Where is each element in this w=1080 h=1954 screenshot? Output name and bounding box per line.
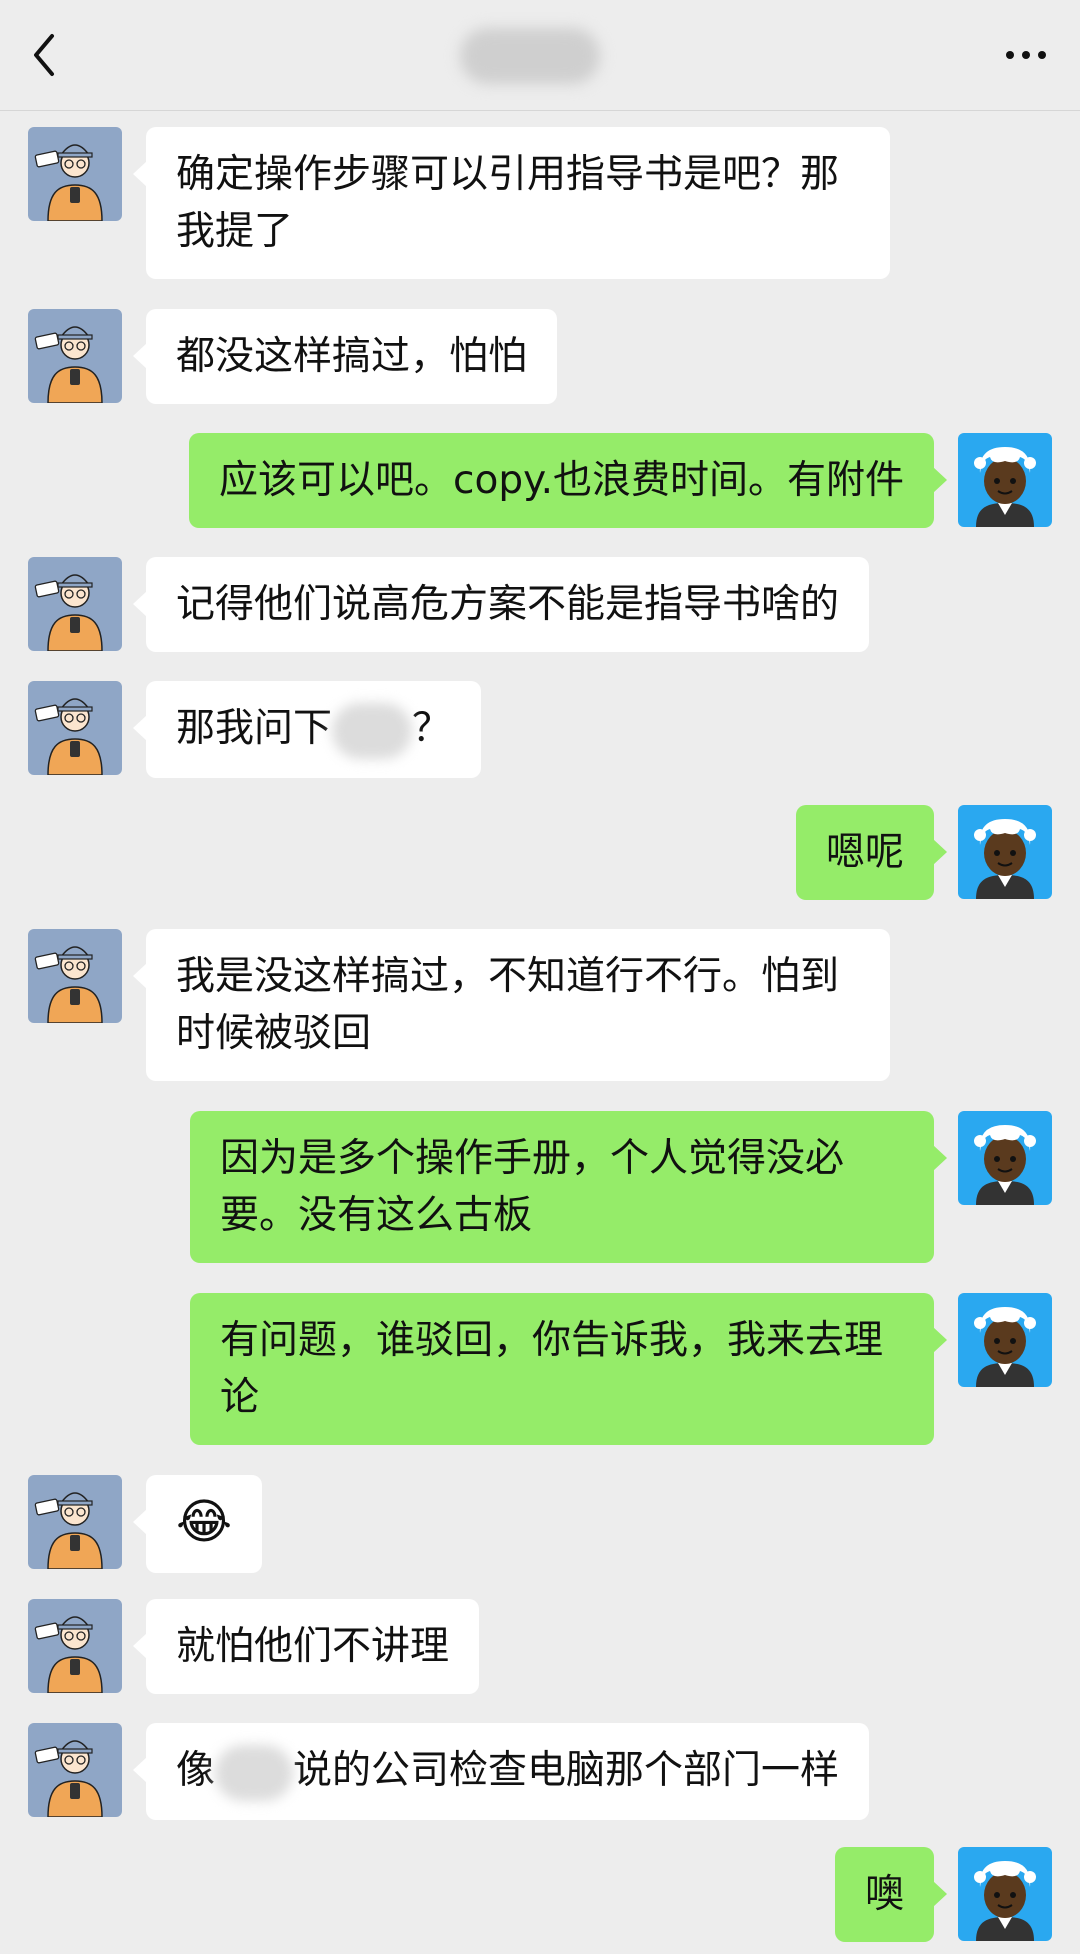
redacted-name [332,702,413,759]
top-bar [0,0,1080,111]
message-bubble[interactable]: 应该可以吧。copy.也浪费时间。有附件 [189,433,947,528]
more-horizontal-icon [1006,51,1046,59]
message-bubble[interactable]: 因为是多个操作手册，个人觉得没必要。没有这么古板 [190,1111,947,1263]
avatar[interactable] [28,929,122,1023]
avatar-image [28,557,122,651]
avatar-image [28,1599,122,1693]
avatar-image [28,127,122,221]
redacted-name [215,1744,294,1801]
avatar[interactable] [958,1293,1052,1387]
avatar-image [28,929,122,1023]
avatar[interactable] [28,681,122,775]
avatar-image [958,805,1052,899]
avatar[interactable] [28,1475,122,1569]
avatar-image [28,1475,122,1569]
back-button[interactable] [28,30,68,80]
avatar[interactable] [28,1599,122,1693]
avatar[interactable] [28,309,122,403]
message-bubble[interactable]: 确定操作步骤可以引用指导书是吧？那我提了 [133,127,890,279]
message-bubble[interactable]: 像 说的公司检查电脑那个部门一样 [132,1723,870,1820]
message-bubble[interactable]: 就怕他们不讲理 [132,1599,480,1694]
avatar-image [958,433,1052,527]
avatar-image [958,1293,1052,1387]
avatar-image [958,1847,1052,1941]
avatar-image [28,309,122,403]
message-bubble[interactable]: 有问题，谁驳回，你告诉我，我来去理论 [190,1293,947,1445]
avatar[interactable] [958,1847,1052,1941]
message-bubble[interactable]: 😂 [132,1475,263,1573]
avatar-image [28,681,122,775]
avatar[interactable] [958,1111,1052,1205]
message-bubble[interactable]: 嗯呢 [795,805,948,900]
more-button[interactable] [1002,40,1050,70]
avatar[interactable] [958,433,1052,527]
message-text: ？ [412,706,452,751]
chevron-left-icon [34,34,54,76]
avatar-image [28,1723,122,1817]
message-bubble[interactable]: 噢 [834,1847,948,1942]
avatar[interactable] [958,805,1052,899]
tears-of-joy-emoji: 😂 [176,1494,233,1550]
message-bubble[interactable]: 那我问下 ？ [132,681,482,778]
avatar-image [958,1111,1052,1205]
message-bubble[interactable]: 我是没这样搞过，不知道行不行。怕到时候被驳回 [133,929,890,1081]
message-text: 那我问下 [176,706,333,751]
message-text: 像 [176,1748,216,1793]
message-bubble[interactable]: 都没这样搞过，怕怕 [132,309,558,404]
avatar[interactable] [28,127,122,221]
message-text: 说的公司检查电脑那个部门一样 [293,1748,840,1793]
avatar[interactable] [28,1723,122,1817]
message-bubble[interactable]: 记得他们说高危方案不能是指导书啥的 [132,557,870,652]
avatar[interactable] [28,557,122,651]
